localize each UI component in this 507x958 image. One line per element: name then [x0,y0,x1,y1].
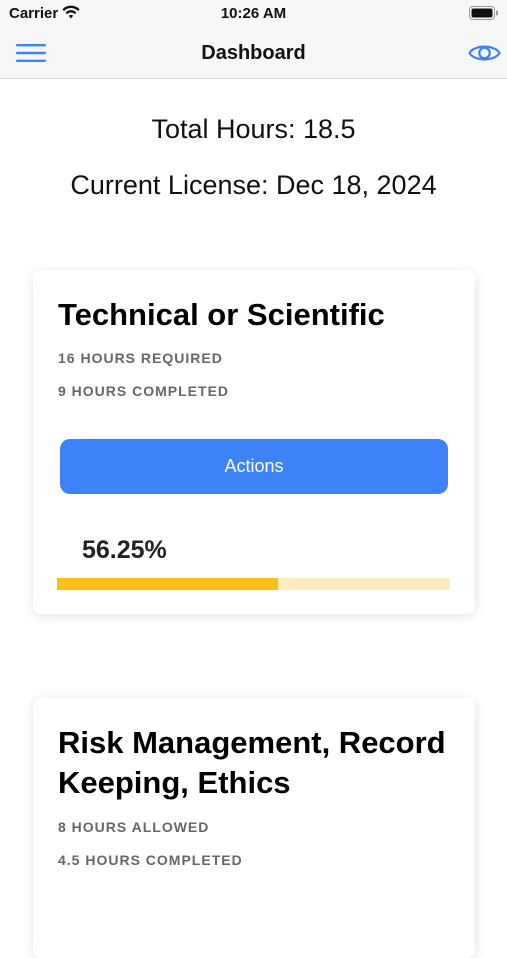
page-title: Dashboard [201,42,306,64]
navigation-bar: Dashboard [0,30,507,79]
card-title: Risk Management, Record Keeping, Ethics [58,725,446,800]
eye-icon[interactable] [468,41,501,65]
card-title: Technical or Scientific [58,297,385,332]
progress-percent: 56.25% [82,536,167,564]
course-card-risk-management: Risk Management, Record Keeping, Ethics … [33,698,475,958]
hours-required-text: 16 HOURS REQUIRED [58,350,223,366]
actions-button[interactable]: Actions [60,439,448,494]
total-hours-text: Total Hours: 18.5 [151,114,356,144]
hours-allowed-text: 8 HOURS ALLOWED [58,819,210,835]
progress-bar-fill [57,578,279,590]
progress-bar [57,578,450,590]
hours-completed-text: 4.5 HOURS COMPLETED [58,852,243,868]
status-time: 10:26 AM [220,5,287,22]
current-license-text: Current License: Dec 18, 2024 [70,170,437,200]
course-card-technical: Technical or Scientific 16 HOURS REQUIRE… [33,270,475,614]
status-bar: Carrier 10:26 AM [0,0,507,30]
hours-completed-text: 9 HOURS COMPLETED [58,383,230,399]
battery-icon [469,6,499,20]
